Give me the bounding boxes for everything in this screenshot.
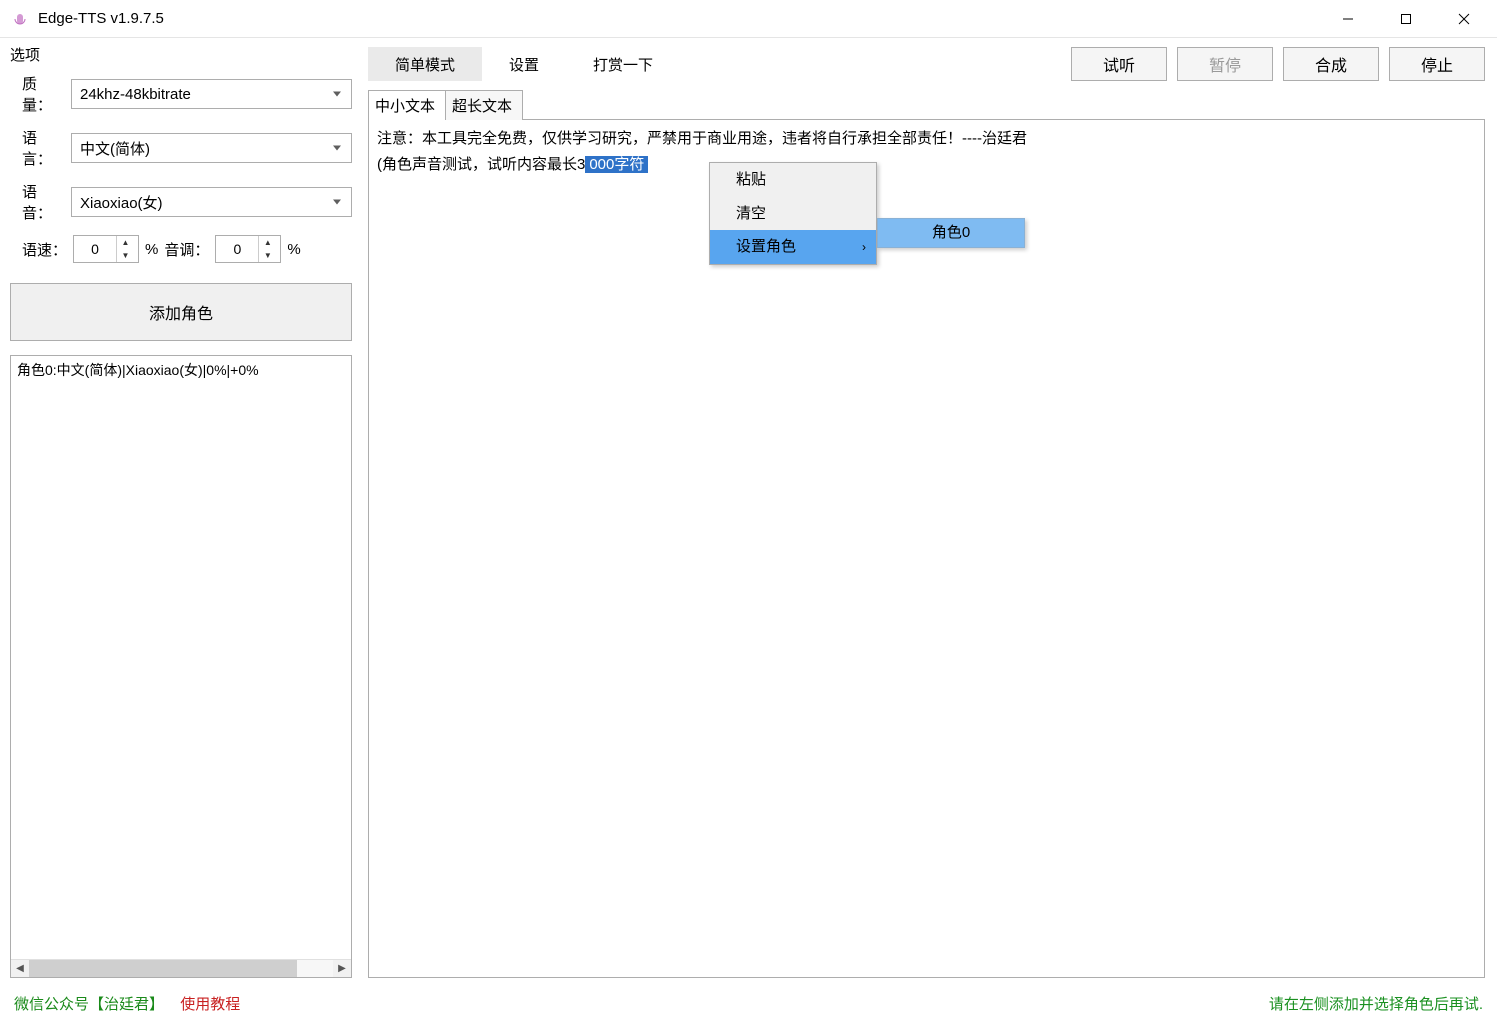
- maximize-button[interactable]: [1377, 0, 1435, 38]
- chevron-right-icon: ›: [862, 237, 866, 257]
- menu-item-clear[interactable]: 清空: [710, 197, 876, 231]
- stop-button[interactable]: 停止: [1389, 47, 1485, 81]
- title-bar: Edge-TTS v1.9.7.5: [0, 0, 1497, 38]
- text-line-1: 注意：本工具完全免费，仅供学习研究，严禁用于商业用途，违者将自行承担全部责任！-…: [377, 126, 1476, 152]
- minimize-button[interactable]: [1319, 0, 1377, 38]
- voice-label: 语音：: [10, 181, 65, 223]
- pitch-label: 音调：: [164, 239, 209, 260]
- speed-stepper[interactable]: ▲ ▼: [73, 235, 139, 263]
- menu-item-paste[interactable]: 粘贴: [710, 163, 876, 197]
- speed-label: 语速：: [22, 239, 67, 260]
- role-list[interactable]: 角色0:中文(简体)|Xiaoxiao(女)|0%|+0% ◀ ▶: [10, 355, 352, 978]
- context-menu: 粘贴 清空 设置角色 ›: [709, 162, 877, 265]
- menu-item-set-role[interactable]: 设置角色 ›: [710, 230, 876, 264]
- selected-text: 000字符: [585, 156, 648, 173]
- pitch-up-icon[interactable]: ▲: [259, 236, 276, 249]
- text-input-area[interactable]: 注意：本工具完全免费，仅供学习研究，严禁用于商业用途，违者将自行承担全部责任！-…: [368, 119, 1485, 978]
- language-label: 语言：: [10, 127, 65, 169]
- speed-up-icon[interactable]: ▲: [117, 236, 134, 249]
- status-message: 请在左侧添加并选择角色后再试.: [1269, 993, 1483, 1014]
- quality-label: 质量：: [10, 73, 65, 115]
- scroll-left-icon[interactable]: ◀: [11, 960, 29, 977]
- language-value: 中文(简体): [80, 138, 150, 159]
- synthesize-button[interactable]: 合成: [1283, 47, 1379, 81]
- wechat-link[interactable]: 微信公众号【治廷君】: [14, 996, 164, 1013]
- scroll-right-icon[interactable]: ▶: [333, 960, 351, 977]
- list-item[interactable]: 角色0:中文(简体)|Xiaoxiao(女)|0%|+0%: [11, 356, 351, 384]
- speed-down-icon[interactable]: ▼: [117, 249, 134, 262]
- main-panel: 简单模式 设置 打赏一下 试听 暂停 合成 停止 中小文本 超长文本 注意：本工…: [362, 38, 1497, 986]
- language-select[interactable]: 中文(简体): [71, 133, 352, 163]
- tutorial-link[interactable]: 使用教程: [180, 996, 240, 1013]
- speed-suffix: %: [145, 241, 158, 258]
- quality-select[interactable]: 24khz-48kbitrate: [71, 79, 352, 109]
- pitch-suffix: %: [287, 241, 300, 258]
- pitch-down-icon[interactable]: ▼: [259, 249, 276, 262]
- pause-button[interactable]: 暂停: [1177, 47, 1273, 81]
- horizontal-scrollbar[interactable]: ◀ ▶: [11, 959, 351, 977]
- tab-settings[interactable]: 设置: [482, 47, 566, 81]
- scrollbar-thumb[interactable]: [29, 960, 297, 977]
- tab-simple-mode[interactable]: 简单模式: [368, 47, 482, 81]
- sub-tab-long-text[interactable]: 超长文本: [445, 90, 523, 120]
- submenu-role[interactable]: 角色0: [877, 218, 1025, 248]
- close-button[interactable]: [1435, 0, 1493, 38]
- voice-value: Xiaoxiao(女): [80, 192, 163, 213]
- text-line-2: (角色声音测试，试听内容最长3000字符: [377, 152, 1476, 178]
- quality-value: 24khz-48kbitrate: [80, 86, 191, 103]
- voice-select[interactable]: Xiaoxiao(女): [71, 187, 352, 217]
- status-bar: 微信公众号【治廷君】 使用教程 请在左侧添加并选择角色后再试.: [0, 986, 1497, 1020]
- submenu-item-role0[interactable]: 角色0: [932, 220, 970, 246]
- top-toolbar: 简单模式 设置 打赏一下 试听 暂停 合成 停止: [368, 44, 1485, 84]
- preview-button[interactable]: 试听: [1071, 47, 1167, 81]
- add-role-button[interactable]: 添加角色: [10, 283, 352, 341]
- sub-tab-short-text[interactable]: 中小文本: [368, 90, 446, 120]
- pitch-stepper[interactable]: ▲ ▼: [215, 235, 281, 263]
- scrollbar-track[interactable]: [29, 960, 333, 977]
- tab-donate[interactable]: 打赏一下: [566, 47, 680, 81]
- pitch-input[interactable]: [216, 241, 258, 257]
- speed-input[interactable]: [74, 241, 116, 257]
- window-title: Edge-TTS v1.9.7.5: [38, 10, 1319, 27]
- options-panel: 选项 质量： 24khz-48kbitrate 语言： 中文(简体) 语音： X…: [0, 38, 362, 986]
- app-icon: [10, 9, 30, 29]
- options-section-label: 选项: [10, 44, 352, 65]
